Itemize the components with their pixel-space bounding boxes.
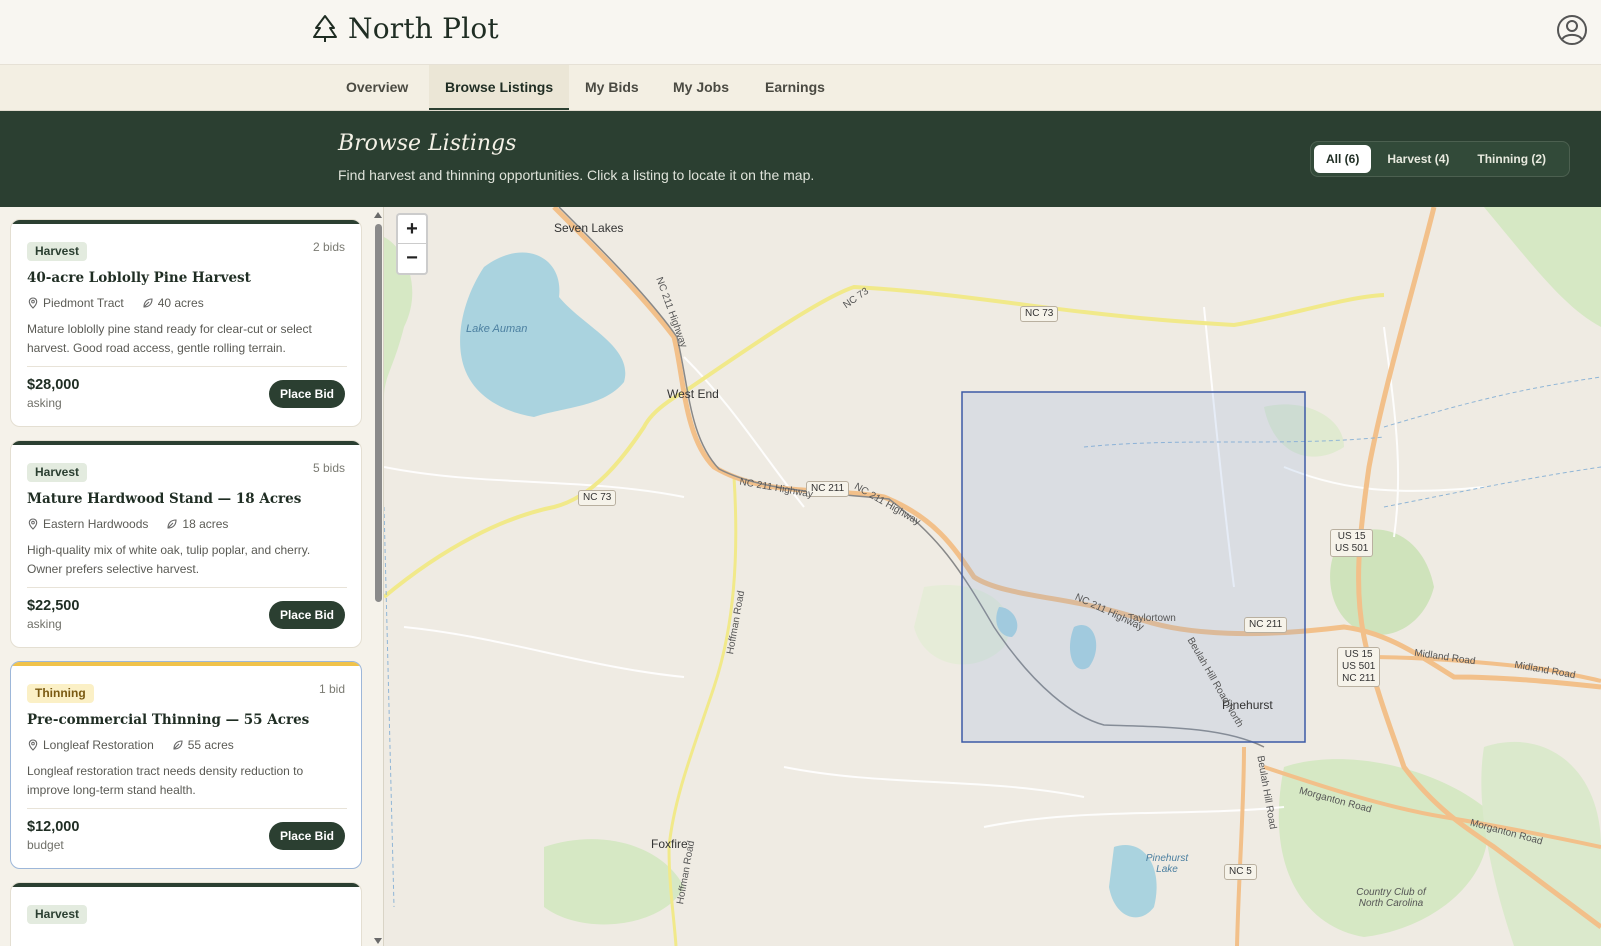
card-accent-bar	[11, 220, 361, 224]
listing-price: $28,000	[27, 377, 80, 393]
page-subtitle: Find harvest and thinning opportunities.…	[338, 167, 815, 183]
place-label: Foxfire	[651, 837, 688, 851]
tree-icon	[313, 14, 337, 42]
listing-type-badge: Harvest	[27, 905, 88, 924]
listing-filter: All (6) Harvest (4) Thinning (2)	[1310, 141, 1570, 177]
leaf-icon	[167, 519, 177, 529]
filter-harvest[interactable]: Harvest (4)	[1375, 145, 1461, 173]
place-bid-button[interactable]: Place Bid	[268, 601, 345, 629]
listing-price: $12,000	[27, 819, 80, 835]
location-pin-icon	[28, 739, 38, 751]
card-accent-bar	[11, 662, 361, 666]
card-accent-bar	[11, 883, 361, 887]
road-shield: NC 211	[1244, 617, 1288, 633]
map[interactable]: + − Seven Lakes Lake Auman West End Tayl…	[384, 207, 1601, 946]
leaf-icon	[173, 740, 183, 750]
card-divider	[27, 587, 347, 588]
road-shield: NC 5	[1224, 864, 1257, 880]
tab-earnings[interactable]: Earnings	[749, 65, 841, 110]
filter-thinning[interactable]: Thinning (2)	[1465, 145, 1558, 173]
scroll-up-arrow-icon[interactable]	[374, 212, 382, 218]
price-note: asking	[27, 617, 62, 631]
listing-type-badge: Harvest	[27, 463, 88, 482]
bid-count: 2 bids	[312, 240, 345, 254]
map-tiles	[384, 207, 1601, 946]
road-shield: US 15 US 501 NC 211	[1337, 647, 1381, 687]
listing-meta: Piedmont Tract 40 acres	[27, 296, 204, 310]
water-label: Pinehurst Lake	[1145, 853, 1189, 875]
listing-meta: Longleaf Restoration 55 acres	[27, 738, 234, 752]
listing-title: Mature Hardwood Stand — 18 Acres	[27, 491, 302, 507]
listing-card-selected[interactable]: Thinning 1 bid Pre-commercial Thinning —…	[10, 661, 362, 869]
card-divider	[27, 808, 347, 809]
place-bid-button[interactable]: Place Bid	[268, 380, 345, 408]
listing-description: High-quality mix of white oak, tulip pop…	[27, 543, 311, 576]
listing-acres: 40 acres	[157, 296, 204, 310]
water-label: Lake Auman	[466, 323, 528, 335]
page-header: Browse Listings Find harvest and thinnin…	[0, 111, 1601, 207]
user-account-icon[interactable]	[1556, 14, 1588, 46]
leaf-icon	[143, 298, 153, 308]
bid-count: 5 bids	[312, 461, 345, 475]
listing-title: 40-acre Loblolly Pine Harvest	[27, 270, 251, 286]
filter-all[interactable]: All (6)	[1314, 145, 1372, 173]
location-pin-icon	[28, 518, 38, 530]
zoom-out-button[interactable]: −	[398, 244, 426, 273]
road-shield: NC 73	[578, 490, 617, 506]
road-shield: NC 73	[1020, 306, 1059, 322]
listing-title: Pre-commercial Thinning — 55 Acres	[27, 712, 310, 728]
main-nav: Overview Browse Listings My Bids My Jobs…	[0, 65, 1601, 111]
listing-acres: 55 acres	[187, 738, 234, 752]
page-title: Browse Listings	[338, 131, 517, 156]
listing-type-badge: Harvest	[27, 242, 88, 261]
tab-my-jobs[interactable]: My Jobs	[657, 65, 745, 110]
place-label: Country Club of North Carolina	[1356, 887, 1426, 909]
app-title: North Plot	[348, 12, 499, 45]
listing-card[interactable]: Harvest 5 bids Mature Hardwood Stand — 1…	[10, 440, 362, 648]
listing-description: Mature loblolly pine stand ready for cle…	[27, 322, 312, 355]
listings-panel[interactable]: Harvest 2 bids 40-acre Loblolly Pine Har…	[0, 207, 384, 946]
location-pin-icon	[28, 297, 38, 309]
listing-acres: 18 acres	[182, 517, 229, 531]
listings-scrollbar[interactable]	[373, 210, 383, 946]
place-label: Seven Lakes	[554, 221, 624, 235]
place-bid-button[interactable]: Place Bid	[268, 822, 345, 850]
listing-location: Longleaf Restoration	[43, 738, 154, 752]
top-bar: North Plot	[0, 0, 1601, 65]
tab-my-bids[interactable]: My Bids	[569, 65, 655, 110]
listing-price: $22,500	[27, 598, 80, 614]
scroll-down-arrow-icon[interactable]	[374, 938, 382, 944]
brand[interactable]: North Plot	[312, 12, 499, 45]
selected-listing-area[interactable]	[961, 391, 1306, 743]
listing-meta: Eastern Hardwoods 18 acres	[27, 517, 228, 531]
tab-browse-listings[interactable]: Browse Listings	[429, 65, 570, 110]
listing-card[interactable]: Harvest	[10, 882, 362, 946]
listing-card[interactable]: Harvest 2 bids 40-acre Loblolly Pine Har…	[10, 219, 362, 427]
price-note: budget	[27, 838, 64, 852]
place-label: West End	[667, 387, 719, 401]
zoom-control: + −	[396, 213, 428, 275]
card-accent-bar	[11, 441, 361, 445]
scroll-thumb[interactable]	[375, 224, 382, 602]
road-shield: US 15 US 501	[1330, 529, 1374, 557]
listing-location: Eastern Hardwoods	[43, 517, 149, 531]
card-divider	[27, 366, 347, 367]
bid-count: 1 bid	[318, 682, 345, 696]
listing-type-badge: Thinning	[27, 684, 94, 703]
tab-overview[interactable]: Overview	[330, 65, 424, 110]
listing-location: Piedmont Tract	[43, 296, 124, 310]
price-note: asking	[27, 396, 62, 410]
listing-description: Longleaf restoration tract needs density…	[27, 764, 304, 797]
zoom-in-button[interactable]: +	[398, 215, 426, 244]
